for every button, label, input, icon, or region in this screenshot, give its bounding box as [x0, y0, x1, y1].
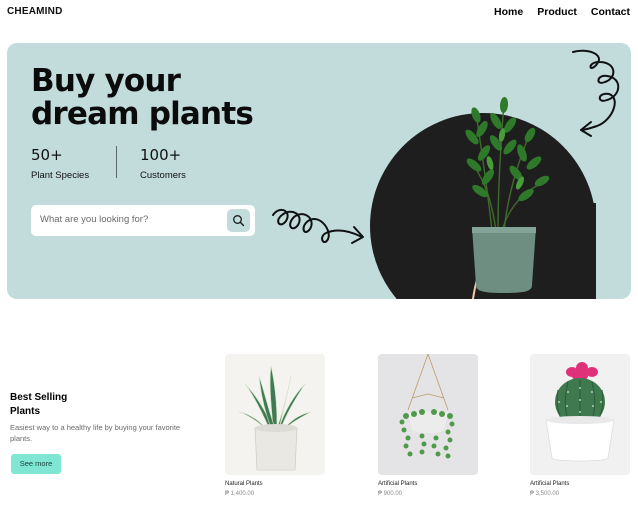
stat-customers: 100+ Customers — [140, 146, 186, 181]
hero-title-line1: Buy your — [31, 63, 181, 99]
best-selling-section: Best Selling Plants Easiest way to a hea… — [10, 391, 200, 444]
product-image-snake-plant[interactable] — [225, 354, 325, 475]
squiggle-arrow-icon — [272, 208, 364, 244]
search-button[interactable] — [227, 209, 250, 232]
product-name: Artificial Plants — [530, 481, 570, 487]
stat-label: Customers — [140, 170, 186, 181]
curl-arrow-icon — [572, 49, 620, 137]
best-selling-title-line2: Plants — [10, 406, 41, 417]
hanging-plant-icon — [399, 354, 455, 459]
hero-title-line2: dream plants — [31, 96, 254, 132]
stat-value: 50+ — [31, 146, 63, 164]
nav-product-link[interactable]: Product — [537, 6, 577, 18]
product-price: ₱ 900.00 — [378, 491, 403, 497]
stat-label: Plant Species — [31, 170, 90, 181]
stat-plant-species: 50+ Plant Species — [31, 146, 89, 181]
product-name: Natural Plants — [225, 481, 263, 487]
search-placeholder: What are you looking for? — [40, 214, 149, 225]
product-image-cactus[interactable] — [530, 354, 630, 475]
see-more-button[interactable]: See more — [11, 454, 61, 474]
nav-contact-link[interactable]: Contact — [591, 6, 630, 18]
product-card[interactable]: Artificial Plants ₱ 900.00 — [378, 354, 478, 497]
main-nav: Home Product Contact — [494, 6, 630, 18]
nav-home-link[interactable]: Home — [494, 6, 523, 18]
cactus-icon — [545, 362, 615, 462]
stat-divider — [116, 146, 117, 178]
product-price: ₱ 3,500.00 — [530, 491, 560, 497]
stat-value: 100+ — [140, 146, 182, 164]
brand-logo[interactable]: CHEAMIND — [7, 6, 63, 17]
best-selling-title-line1: Best Selling — [10, 392, 68, 403]
hero-title: Buy your dream plants — [31, 63, 254, 132]
search-icon — [233, 215, 245, 227]
product-name: Artificial Plants — [378, 481, 418, 487]
hero-banner: Buy your dream plants 50+ Plant Species … — [7, 43, 631, 299]
hero-plant-image — [465, 97, 550, 299]
product-card[interactable]: Natural Plants ₱ 1,400.00 — [225, 354, 325, 497]
product-image-hanging-plant[interactable] — [378, 354, 478, 475]
best-selling-description: Easiest way to a healthy life by buying … — [10, 423, 181, 443]
product-price: ₱ 1,400.00 — [225, 491, 255, 497]
product-card[interactable]: Artificial Plants ₱ 3,500.00 — [530, 354, 630, 497]
best-selling-title: Best Selling Plants — [10, 391, 200, 419]
snake-plant-icon — [238, 365, 312, 471]
search-input[interactable]: What are you looking for? — [31, 205, 255, 236]
